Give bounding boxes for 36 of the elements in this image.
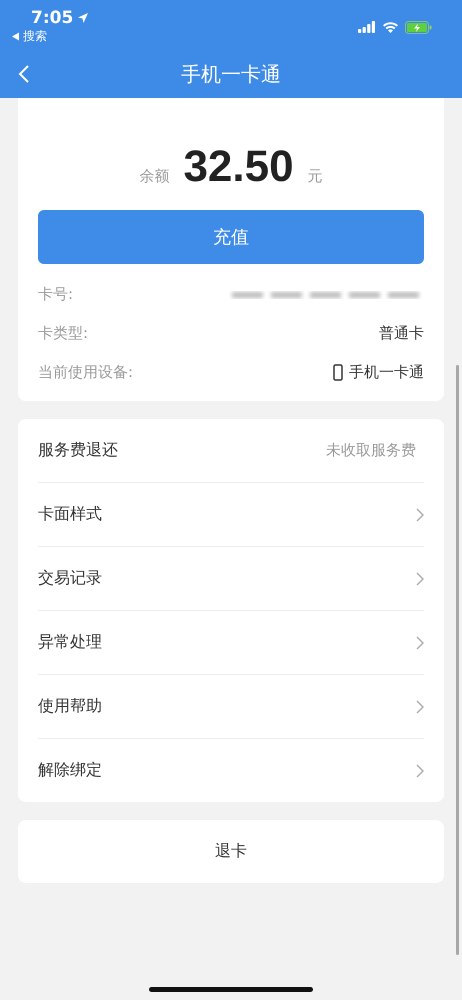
menu-label: 交易记录 — [38, 568, 102, 589]
menu-label: 卡面样式 — [38, 504, 102, 525]
menu-item[interactable]: 使用帮助 — [38, 675, 424, 739]
status-time: 7:05 — [31, 8, 90, 28]
chevron-right-icon — [416, 572, 424, 586]
menu-item[interactable]: 服务费退还 未收取服务费 — [38, 419, 424, 483]
chevron-right-icon — [416, 636, 424, 650]
menu-value: 未收取服务费 — [326, 441, 416, 460]
menu-item[interactable]: 异常处理 — [38, 611, 424, 675]
signal-icon — [358, 21, 376, 33]
detail-label: 卡号: — [38, 285, 74, 304]
phone-icon — [333, 364, 343, 381]
detail-label: 卡类型: — [38, 324, 88, 343]
location-arrow-icon — [77, 12, 90, 24]
back-chevron-icon — [18, 64, 30, 84]
detail-label: 当前使用设备: — [38, 363, 134, 382]
currency-unit: 元 — [308, 167, 323, 186]
page-title: 手机一卡通 — [181, 60, 281, 88]
wifi-icon — [382, 21, 399, 33]
menu-label: 使用帮助 — [38, 696, 102, 717]
return-card-button[interactable]: 退卡 — [18, 820, 444, 883]
menu-label: 解除绑定 — [38, 760, 102, 781]
menu-label: 异常处理 — [38, 632, 102, 653]
battery-charging-icon — [405, 20, 432, 34]
back-triangle-icon — [12, 32, 20, 41]
balance-label: 余额 — [139, 167, 170, 186]
chevron-right-icon — [416, 700, 424, 714]
detail-value: 普通卡 — [379, 324, 424, 343]
menu-label: 服务费退还 — [38, 440, 118, 461]
chevron-right-icon — [416, 508, 424, 522]
device-name: 手机一卡通 — [349, 363, 424, 382]
menu-item[interactable]: 卡面样式 — [38, 483, 424, 547]
chevron-right-icon — [416, 764, 424, 778]
balance-amount: 32.50 — [183, 142, 294, 192]
menu-item[interactable]: 解除绑定 — [38, 739, 424, 802]
menu-item[interactable]: 交易记录 — [38, 547, 424, 611]
